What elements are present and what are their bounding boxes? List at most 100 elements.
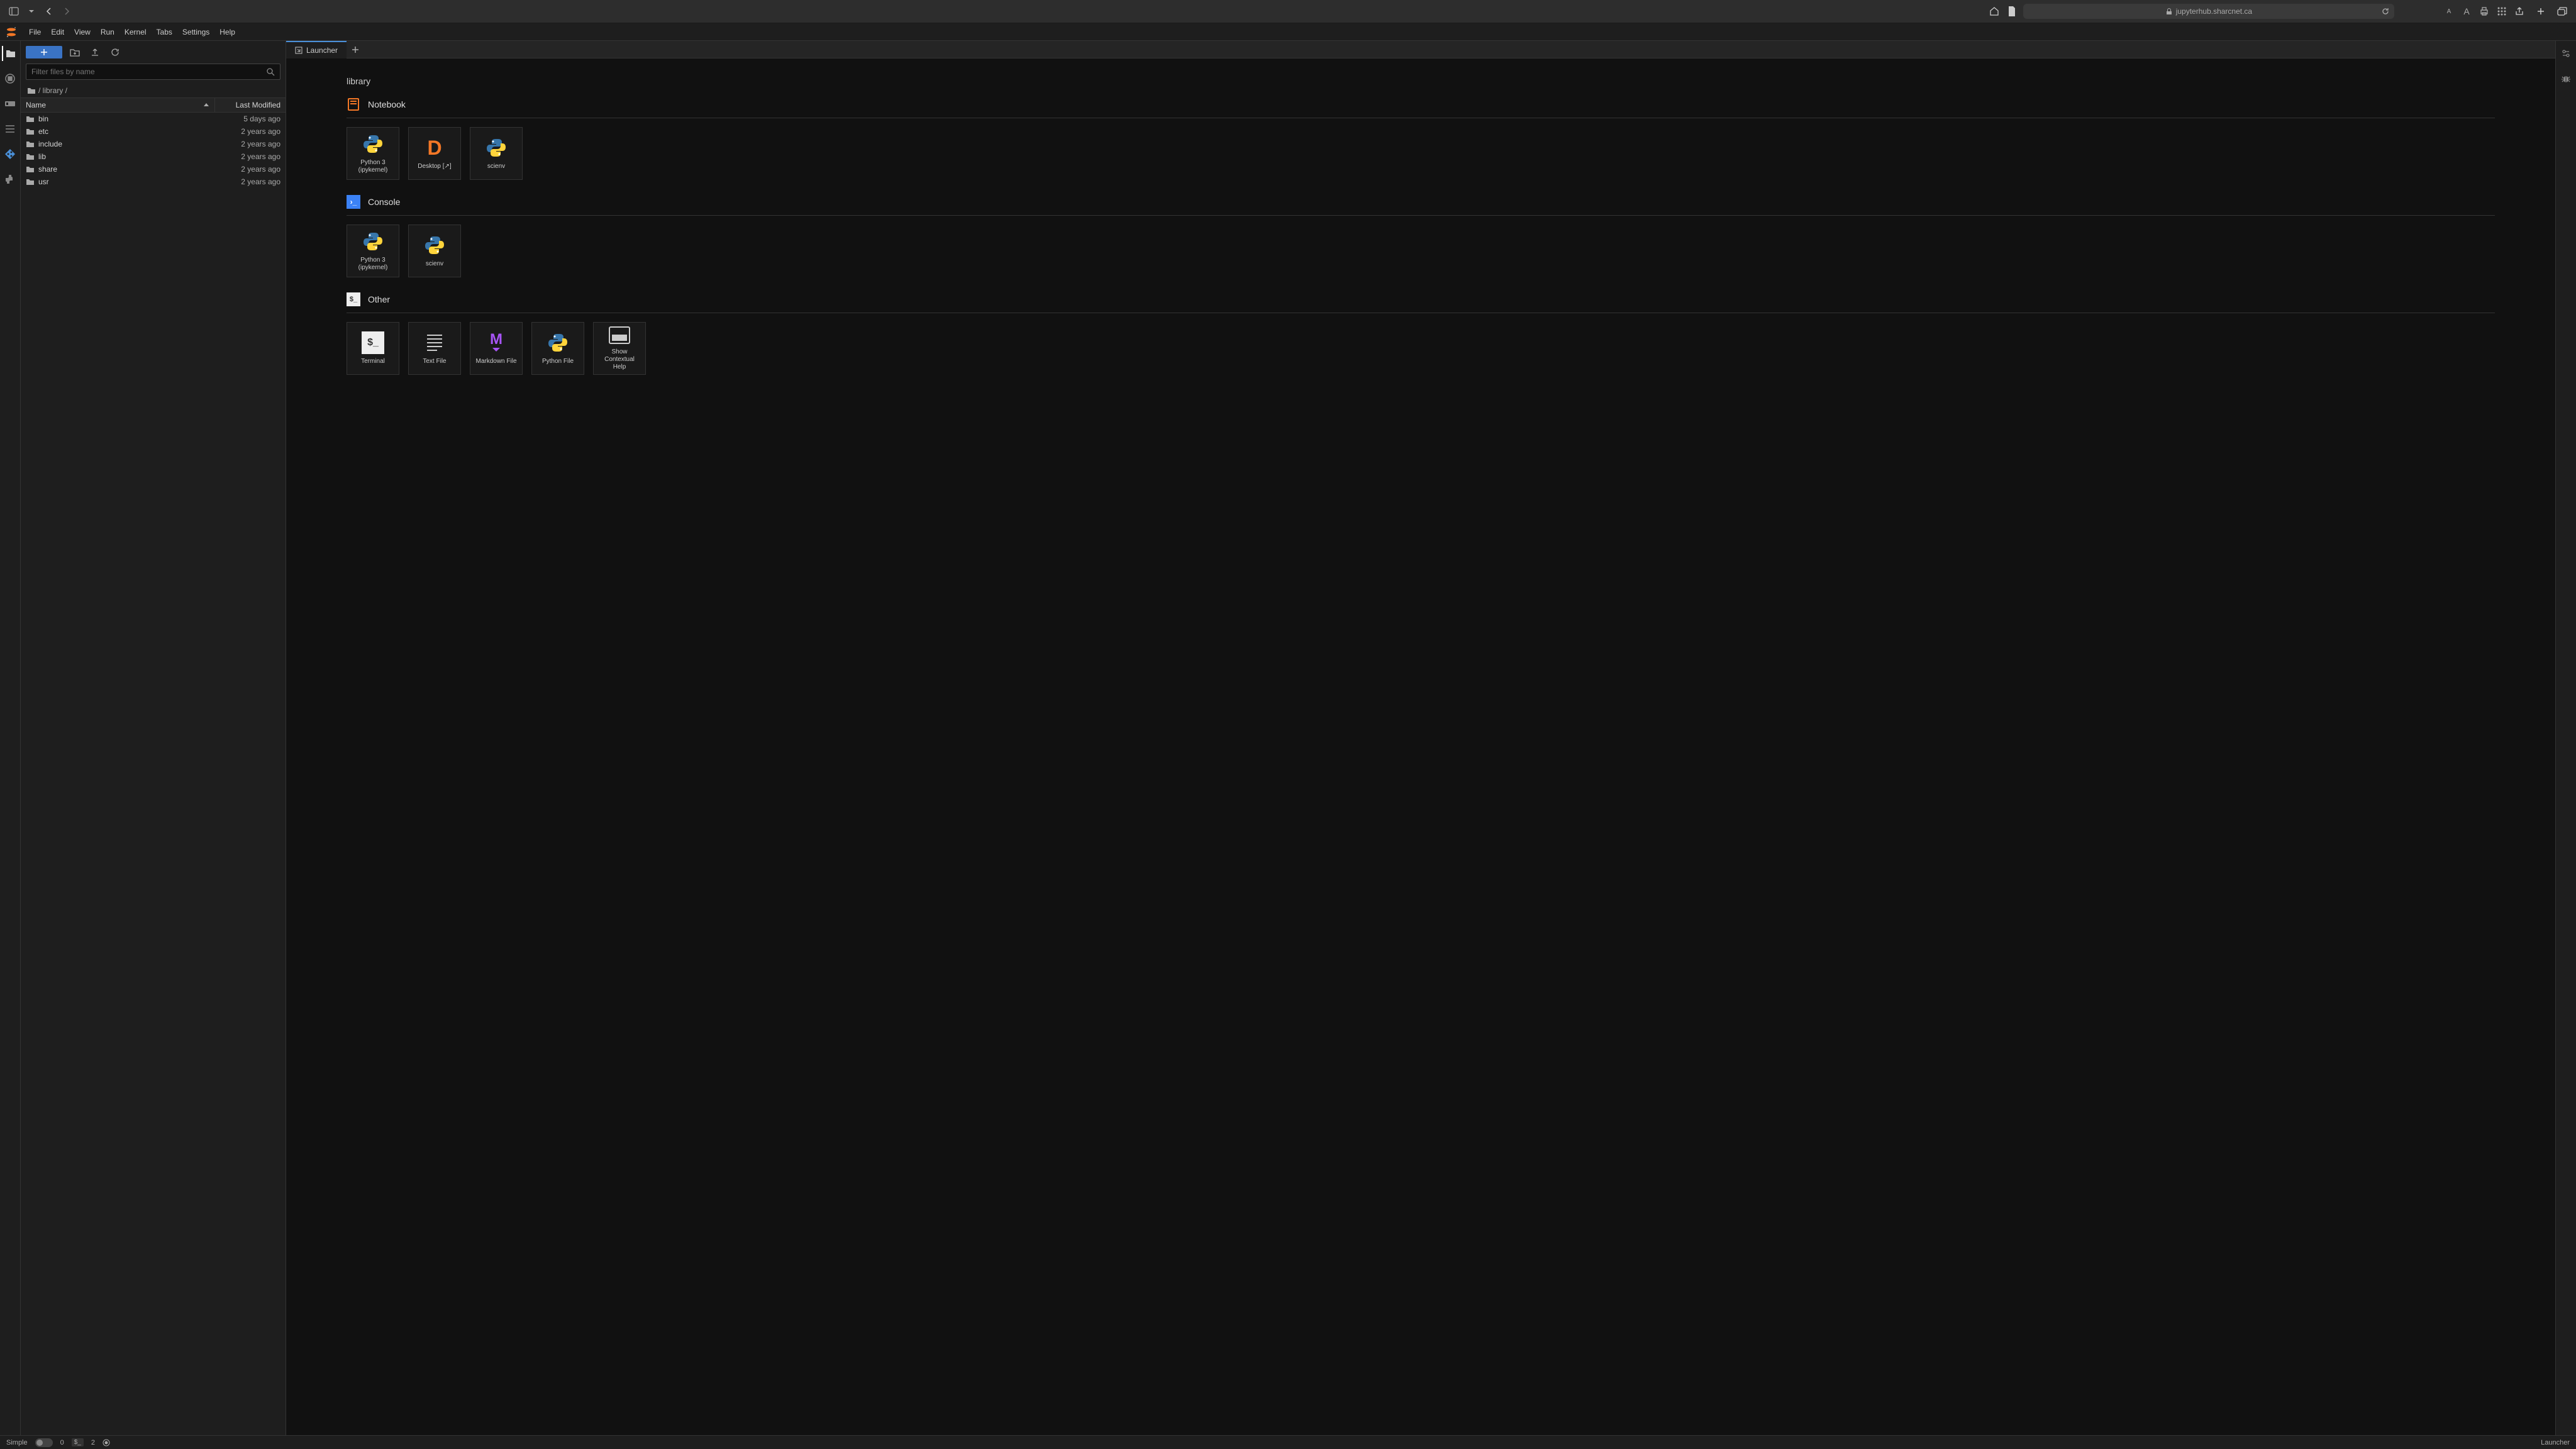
right-sidebar bbox=[2555, 41, 2576, 1435]
launcher-panel: library NotebookPython 3 (ipykernel)DDes… bbox=[286, 58, 2555, 1435]
file-row[interactable]: include2 years ago bbox=[21, 138, 286, 150]
terminal-badge-icon: $_ bbox=[72, 1438, 84, 1446]
card-label: Show Contextual Help bbox=[597, 348, 641, 371]
debugger-icon[interactable] bbox=[2558, 71, 2573, 86]
section-title: Console bbox=[368, 197, 400, 207]
tab-launcher[interactable]: Launcher bbox=[286, 41, 347, 58]
tab-label: Launcher bbox=[306, 46, 338, 55]
launcher-card[interactable]: MMarkdown File bbox=[470, 322, 523, 375]
python-icon bbox=[362, 133, 384, 155]
url-bar[interactable]: jupyterhub.sharcnet.ca bbox=[2023, 4, 2394, 19]
menu-help[interactable]: Help bbox=[214, 25, 240, 39]
help-icon bbox=[608, 326, 631, 345]
kernels-count[interactable]: 2 bbox=[91, 1439, 95, 1446]
lock-icon bbox=[2166, 8, 2172, 14]
file-name: lib bbox=[38, 152, 46, 161]
git-icon[interactable] bbox=[3, 147, 18, 162]
launcher-card[interactable]: Python 3 (ipykernel) bbox=[347, 225, 399, 277]
launcher-card[interactable]: scienv bbox=[408, 225, 461, 277]
menu-tabs[interactable]: Tabs bbox=[152, 25, 177, 39]
column-modified[interactable]: Last Modified bbox=[215, 98, 286, 112]
sort-asc-icon bbox=[203, 102, 209, 108]
launcher-card[interactable]: Python File bbox=[531, 322, 584, 375]
upload-icon[interactable] bbox=[87, 45, 103, 60]
file-modified: 5 days ago bbox=[210, 114, 280, 123]
simple-toggle[interactable] bbox=[35, 1438, 53, 1447]
launcher-card[interactable]: DDesktop [↗] bbox=[408, 127, 461, 180]
python-icon bbox=[362, 230, 384, 253]
terminals-count[interactable]: 0 bbox=[60, 1439, 64, 1446]
launcher-card[interactable]: scienv bbox=[470, 127, 523, 180]
launcher-cwd: library bbox=[347, 76, 2495, 86]
card-label: Python 3 (ipykernel) bbox=[351, 257, 395, 272]
menu-view[interactable]: View bbox=[69, 25, 96, 39]
share-icon[interactable] bbox=[2513, 5, 2526, 18]
launcher-tab-icon bbox=[295, 47, 303, 54]
card-label: Python File bbox=[542, 358, 574, 365]
forward-icon[interactable] bbox=[60, 5, 73, 18]
menu-file[interactable]: File bbox=[24, 25, 46, 39]
running-icon[interactable] bbox=[3, 71, 18, 86]
section-title: Notebook bbox=[368, 99, 406, 109]
jupyter-logo-icon[interactable] bbox=[5, 26, 18, 38]
kernel-status-icon bbox=[103, 1439, 110, 1446]
launcher-card[interactable]: Text File bbox=[408, 322, 461, 375]
card-label: Terminal bbox=[361, 358, 385, 365]
browser-toolbar: jupyterhub.sharcnet.ca A A bbox=[0, 0, 2576, 23]
card-label: Text File bbox=[423, 358, 446, 365]
menu-kernel[interactable]: Kernel bbox=[119, 25, 152, 39]
svg-text:M: M bbox=[490, 331, 502, 348]
launcher-card[interactable]: $_Terminal bbox=[347, 322, 399, 375]
extensions-icon[interactable] bbox=[3, 172, 18, 187]
document-icon[interactable] bbox=[2006, 5, 2018, 18]
toc-icon[interactable] bbox=[3, 121, 18, 136]
simple-label: Simple bbox=[6, 1439, 28, 1446]
refresh-files-icon[interactable] bbox=[108, 45, 123, 60]
filter-input-wrapper bbox=[26, 64, 280, 80]
print-icon[interactable] bbox=[2478, 5, 2490, 18]
new-tab-icon[interactable] bbox=[2534, 5, 2547, 18]
column-name[interactable]: Name bbox=[21, 98, 215, 112]
property-inspector-icon[interactable] bbox=[2558, 46, 2573, 61]
apps-icon[interactable] bbox=[2496, 5, 2508, 18]
console-icon: ›_ bbox=[347, 195, 360, 209]
menu-settings[interactable]: Settings bbox=[177, 25, 214, 39]
card-label: scienv bbox=[426, 260, 443, 268]
breadcrumb[interactable]: / library / bbox=[21, 84, 286, 97]
file-row[interactable]: etc2 years ago bbox=[21, 125, 286, 138]
desktop-icon: D bbox=[423, 136, 446, 159]
launcher-card[interactable]: Python 3 (ipykernel) bbox=[347, 127, 399, 180]
main-content: Launcher library Notebook Python 3 (ipyke… bbox=[286, 41, 2555, 1435]
launcher-card[interactable]: Show Contextual Help bbox=[593, 322, 646, 375]
python-icon bbox=[547, 331, 569, 354]
menu-edit[interactable]: Edit bbox=[46, 25, 69, 39]
text-smaller-icon[interactable]: A bbox=[2443, 5, 2455, 18]
file-name: bin bbox=[38, 114, 48, 123]
tabs-icon[interactable] bbox=[2556, 5, 2568, 18]
file-list-header: Name Last Modified bbox=[21, 97, 286, 113]
file-row[interactable]: bin 5 days ago bbox=[21, 113, 286, 125]
python-icon bbox=[423, 234, 446, 257]
launcher-section: ›_ Console Python 3 (ipykernel) scienv bbox=[347, 195, 2495, 277]
new-launcher-button[interactable] bbox=[26, 46, 62, 58]
file-row[interactable]: share2 years ago bbox=[21, 163, 286, 175]
file-name: usr bbox=[38, 177, 49, 186]
activity-bar bbox=[0, 41, 21, 1435]
text-larger-icon[interactable]: A bbox=[2460, 5, 2473, 18]
home-icon[interactable] bbox=[1988, 5, 2001, 18]
filter-input[interactable] bbox=[31, 67, 266, 76]
menu-run[interactable]: Run bbox=[96, 25, 119, 39]
back-icon[interactable] bbox=[43, 5, 55, 18]
file-list: bin 5 days ago etc2 years agoinclude2 year… bbox=[21, 113, 286, 1435]
file-row[interactable]: usr2 years ago bbox=[21, 175, 286, 188]
search-icon bbox=[266, 67, 275, 76]
sidebar-toggle-icon[interactable] bbox=[8, 5, 20, 18]
refresh-icon[interactable] bbox=[2382, 8, 2389, 15]
add-tab-button[interactable] bbox=[348, 42, 363, 57]
chevron-down-icon[interactable] bbox=[25, 5, 38, 18]
file-browser-icon[interactable] bbox=[2, 46, 17, 61]
new-folder-icon[interactable] bbox=[67, 45, 82, 60]
file-row[interactable]: lib2 years ago bbox=[21, 150, 286, 163]
gpu-icon[interactable] bbox=[3, 96, 18, 111]
terminal-icon: $_ bbox=[347, 292, 360, 306]
